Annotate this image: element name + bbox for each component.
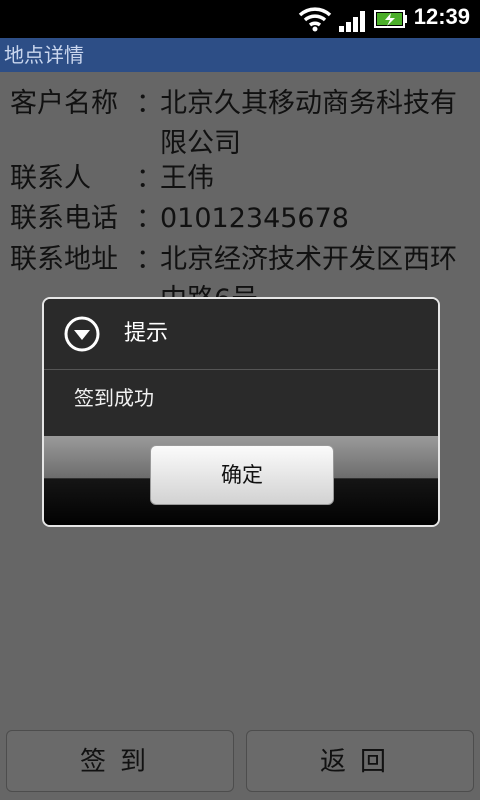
wifi-icon [298,7,332,32]
alert-dialog: 提示 签到成功 确定 [42,297,440,527]
contact-address-label: 联系地址 [10,244,118,275]
status-time: 12:39 [413,4,470,29]
signal-icon [339,11,365,32]
dialog-message: 签到成功 [74,386,154,410]
colon: ： [136,163,163,194]
battery-charging-icon [374,10,407,28]
dialog-body: 签到成功 [44,370,438,436]
contact-person-label: 联系人 [10,163,91,194]
colon: ： [136,244,163,275]
customer-name-value: 北京久其移动商务科技有限公司 [160,88,457,159]
colon: ： [136,88,163,119]
checkin-button[interactable]: 签到 [6,730,234,792]
colon: ： [136,203,163,234]
chevron-down-circle-icon [64,316,100,352]
dialog-title: 提示 [124,321,169,346]
contact-phone-value: 01012345678 [160,203,349,234]
app-title-bar: 地点详情 [0,38,480,72]
dialog-footer: 确定 [44,436,438,525]
app-title: 地点详情 [4,43,84,67]
contact-phone-label: 联系电话 [10,203,118,234]
contact-person-value: 王伟 [160,163,214,194]
back-button[interactable]: 返回 [246,730,474,792]
customer-name-label: 客户名称 [10,88,118,119]
status-bar: 12:39 [0,0,480,38]
dialog-header: 提示 [44,299,438,370]
confirm-button[interactable]: 确定 [150,445,334,505]
